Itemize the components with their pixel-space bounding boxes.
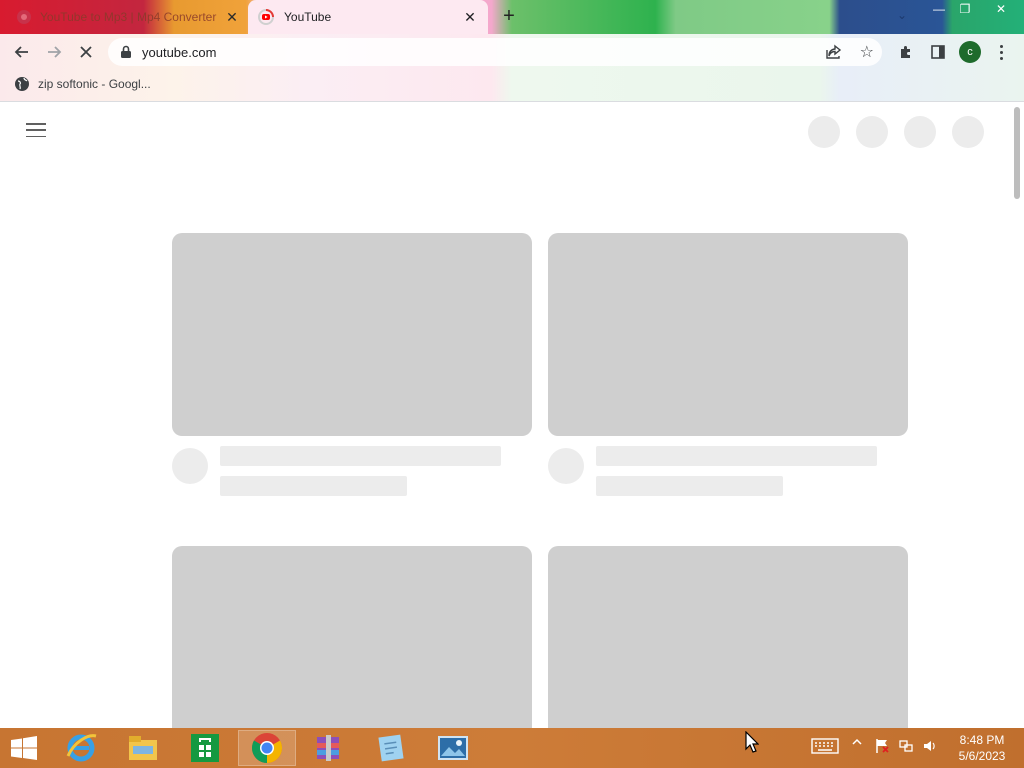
header-placeholder-circle (952, 116, 984, 148)
red-globe-icon (16, 9, 32, 25)
bookmarks-bar: zip softonic - Googl... (0, 68, 1024, 102)
windows-taskbar (0, 728, 1024, 768)
page-scrollbar[interactable] (1010, 103, 1024, 728)
share-icon[interactable] (826, 44, 842, 65)
action-center-flag-icon[interactable] (872, 738, 892, 754)
tab-youtube[interactable]: YouTube ✕ (248, 0, 488, 34)
start-button[interactable] (0, 730, 48, 766)
photo-viewer-icon[interactable] (424, 730, 482, 766)
window-controls: — ❐ ✕ (926, 0, 1024, 20)
url-text: youtube.com (142, 44, 217, 60)
close-tab-icon[interactable]: ✕ (224, 9, 240, 26)
touch-keyboard-icon[interactable] (810, 738, 840, 754)
header-placeholder-circle (808, 116, 840, 148)
browser-menu-icon[interactable] (994, 41, 1008, 63)
mouse-cursor-icon (745, 730, 760, 758)
profile-avatar[interactable]: c (959, 41, 981, 63)
video-thumbnail-placeholder (548, 233, 908, 436)
side-panel-icon[interactable] (927, 41, 949, 63)
globe-icon (14, 76, 30, 92)
windows-logo-icon (11, 736, 37, 760)
volume-icon[interactable] (920, 738, 940, 754)
windows-store-icon[interactable] (176, 730, 234, 766)
address-bar[interactable]: youtube.com ☆ (108, 38, 882, 66)
restore-button[interactable]: ❐ (952, 0, 978, 18)
notepad-icon[interactable] (362, 730, 420, 766)
google-chrome-icon[interactable] (238, 730, 296, 766)
new-tab-button[interactable]: + (498, 6, 520, 28)
bookmark-item[interactable]: zip softonic - Googl... (14, 76, 151, 92)
meta-placeholder (596, 476, 783, 496)
tab-strip: YouTube to Mp3 | Mp4 Converter ✕ YouTube… (0, 0, 1024, 34)
system-clock[interactable]: 8:48 PM 5/6/2023 (950, 732, 1014, 764)
video-thumbnail-placeholder (172, 233, 532, 436)
scrollbar-thumb[interactable] (1014, 107, 1020, 199)
meta-placeholder (220, 476, 407, 496)
browser-toolbar: youtube.com ☆ (0, 34, 1024, 68)
youtube-page (0, 103, 1010, 728)
tab-label: YouTube (284, 10, 332, 24)
youtube-icon (258, 9, 274, 25)
file-explorer-icon[interactable] (114, 730, 172, 766)
clock-date: 5/6/2023 (958, 749, 1006, 763)
show-hidden-icons-chevron-icon[interactable] (850, 738, 864, 746)
stop-loading-icon[interactable] (75, 41, 97, 63)
forward-arrow-icon[interactable] (43, 41, 65, 63)
channel-avatar-placeholder (548, 448, 584, 484)
title-placeholder (220, 446, 501, 466)
bookmark-star-icon[interactable]: ☆ (860, 42, 874, 62)
header-placeholder-circle (856, 116, 888, 148)
close-tab-icon[interactable]: ✕ (462, 9, 478, 26)
tab-search-chevron-icon[interactable]: ⌄ (897, 8, 907, 22)
network-icon[interactable] (896, 738, 916, 754)
video-thumbnail-placeholder (548, 546, 908, 728)
bookmark-label: zip softonic - Googl... (38, 77, 151, 91)
channel-avatar-placeholder (172, 448, 208, 484)
tab-label: YouTube to Mp3 | Mp4 Converter (40, 10, 217, 24)
title-placeholder (596, 446, 877, 466)
minimize-button[interactable]: — (926, 0, 952, 18)
back-arrow-icon[interactable] (11, 41, 33, 63)
clock-time: 8:48 PM (959, 733, 1005, 747)
guide-menu-icon[interactable] (26, 123, 46, 137)
winrar-icon[interactable] (300, 730, 358, 766)
lock-icon (120, 45, 132, 59)
video-thumbnail-placeholder (172, 546, 532, 728)
internet-explorer-icon[interactable] (52, 730, 110, 766)
close-window-button[interactable]: ✕ (978, 0, 1024, 18)
extensions-puzzle-icon[interactable] (895, 41, 917, 63)
tab-converter[interactable]: YouTube to Mp3 | Mp4 Converter ✕ (8, 2, 248, 32)
header-placeholder-circle (904, 116, 936, 148)
